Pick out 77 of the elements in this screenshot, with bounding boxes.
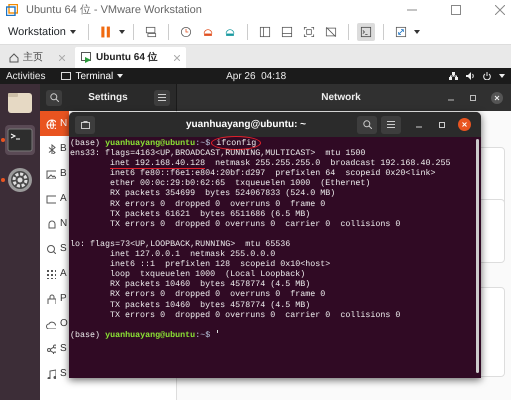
search-icon [46, 244, 56, 254]
sidebar-item[interactable]: N [40, 211, 69, 236]
search-button[interactable] [46, 90, 62, 106]
close-icon[interactable] [491, 92, 503, 104]
app-menu[interactable]: Terminal [61, 68, 124, 84]
caret-icon[interactable] [414, 30, 420, 34]
terminal-line: (base) yuanhuayang@ubuntu:~$ ifconfig [70, 138, 481, 148]
terminal-line: TX packets 61621 bytes 6511686 (6.5 MB) [109, 208, 312, 219]
caret-icon[interactable] [499, 74, 505, 78]
terminal-line: lo: flags=73<UP,LOOPBACK,RUNNING> mtu 65536 [70, 238, 292, 250]
terminal-line: RX errors 0 dropped 0 overruns 0 frame 0 [109, 198, 326, 209]
vm-icon [81, 52, 92, 63]
terminal-line: ens33: flags=4163<UP,BROADCAST,RUNNING,MULTICAST> mtu 1500 [70, 148, 366, 158]
terminal-line: RX packets 354699 bytes 524067833 (524.0 MB) [109, 188, 336, 199]
terminal-line: inet6 ::1 prefixlen 128 scopeid 0x10<host> [109, 259, 332, 270]
terminal-line: (base) yuanhuayang@ubuntu:~$ [70, 330, 481, 340]
terminal-line: inet 192.168.40.128 netmask 255.255.255.0 broadcast 192.168.40.255 [109, 158, 452, 168]
new-tab-button[interactable] [75, 116, 95, 134]
menu-button[interactable] [381, 116, 401, 134]
network-icon[interactable] [449, 72, 458, 80]
menu-button[interactable] [154, 90, 170, 106]
terminal-line: inet 127.0.0.1 netmask 255.0.0.0 [109, 249, 276, 260]
terminal-line: loop txqueuelen 1000 (Local Loopback) [109, 269, 306, 280]
search-button[interactable] [357, 116, 377, 134]
sidebar-item[interactable]: O [40, 311, 69, 336]
sidebar-item[interactable]: S [40, 361, 69, 386]
sidebar-item[interactable]: S [40, 236, 69, 261]
terminal-line: TX packets 10460 bytes 4578774 (4.5 MB) [109, 300, 312, 310]
sidebar-item[interactable]: B [40, 136, 69, 161]
sidebar-item[interactable]: A [40, 186, 69, 211]
activities-button[interactable]: Activities [6, 68, 46, 84]
settings-title: Settings [88, 91, 128, 105]
sidebar-item[interactable]: S [40, 336, 69, 361]
tab-icon [80, 120, 90, 128]
scrollbar[interactable] [476, 139, 479, 373]
share-icon [46, 344, 56, 354]
grid-icon [46, 268, 56, 278]
maximize-icon[interactable] [469, 94, 477, 102]
menu-icon [158, 94, 166, 101]
window-title: Ubuntu 64 位 - VMware Workstation [26, 2, 203, 18]
tab[interactable]: 主页 [3, 47, 71, 68]
terminal-line: RX packets 10460 bytes 4578774 (4.5 MB) [109, 279, 312, 290]
terminal-line: RX errors 0 dropped 0 overruns 0 frame 0 [109, 289, 326, 300]
caret-icon [117, 74, 124, 78]
console-icon[interactable] [356, 23, 375, 41]
picture-frame-icon [46, 168, 56, 178]
clock[interactable]: Apr 26 04:18 [123, 68, 389, 84]
search-icon [362, 120, 372, 129]
search-icon [50, 93, 58, 102]
bluetooth-icon [46, 144, 56, 154]
menu-icon [387, 121, 395, 128]
terminal-title: yuanhuayang@ubuntu: ~ [184, 118, 308, 132]
caret-icon[interactable] [118, 30, 125, 34]
globe-icon [46, 118, 56, 128]
music-note-icon [46, 368, 56, 378]
caret-icon [70, 30, 76, 34]
terminal-icon [61, 72, 72, 80]
tab[interactable]: Ubuntu 64 位 [75, 47, 186, 68]
gear-icon[interactable] [6, 166, 34, 194]
speaker-icon[interactable] [466, 72, 475, 80]
sidebar-item[interactable]: B [40, 161, 69, 186]
power-icon[interactable] [483, 72, 491, 80]
workstation-menu[interactable]: Workstation [4, 24, 80, 40]
panel-title: Network [320, 91, 362, 105]
close-icon[interactable] [458, 118, 471, 131]
sidebar-item[interactable]: A [40, 261, 69, 286]
terminal-line: ether 00:0c:29:b0:62:65 txqueuelen 1000 (Ethernet) [109, 178, 372, 188]
terminal-line: TX errors 0 dropped 0 overruns 0 carrier 0 collisions 0 [109, 310, 402, 320]
bell-icon [46, 218, 56, 228]
sidebar-item[interactable]: N [40, 111, 69, 136]
home-icon [9, 52, 19, 62]
maximize-icon[interactable] [438, 120, 446, 128]
cloud-icon [46, 318, 56, 328]
sidebar-item[interactable]: P [40, 286, 69, 311]
vmware-logo-icon [6, 4, 18, 16]
terminal-line: TX errors 0 dropped 0 overruns 0 carrier 0 collisions 0 [109, 218, 402, 229]
terminal-line: inet6 fe80::f6e1:e804:20bf:d297 prefixlen 64 scopeid 0x20<link> [109, 168, 436, 178]
